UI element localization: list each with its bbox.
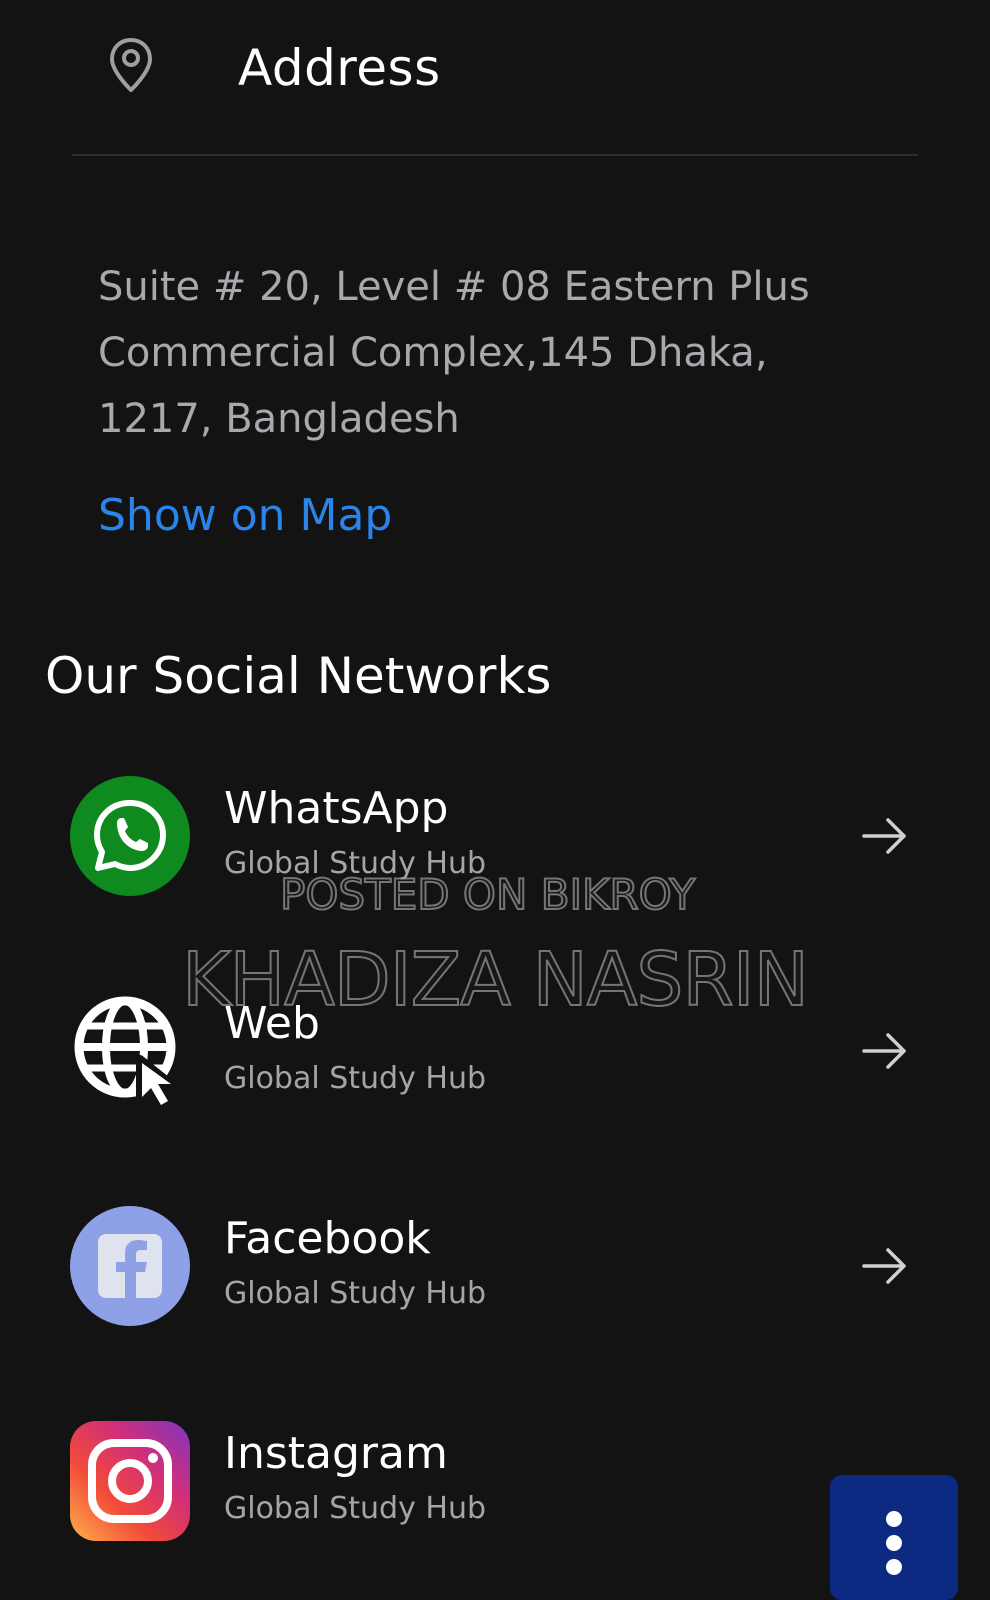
social-item-whatsapp[interactable]: WhatsApp Global Study Hub xyxy=(0,760,990,910)
social-networks-title: Our Social Networks xyxy=(45,647,552,705)
social-item-subtitle: Global Study Hub xyxy=(224,1491,487,1526)
arrow-right-icon xyxy=(862,1248,906,1284)
social-item-name: Instagram xyxy=(224,1428,448,1479)
more-options-button[interactable] xyxy=(830,1475,958,1600)
arrow-right-icon xyxy=(862,1033,906,1069)
map-pin-icon xyxy=(110,38,152,92)
social-item-web[interactable]: Web Global Study Hub xyxy=(0,975,990,1125)
social-item-name: WhatsApp xyxy=(224,783,449,834)
globe-cursor-icon xyxy=(74,996,179,1111)
social-item-name: Web xyxy=(224,998,320,1049)
social-item-name: Facebook xyxy=(224,1213,431,1264)
show-on-map-link[interactable]: Show on Map xyxy=(98,486,392,546)
address-title: Address xyxy=(238,39,441,97)
address-header: Address xyxy=(0,0,990,156)
divider xyxy=(72,154,918,156)
facebook-icon xyxy=(70,1206,190,1326)
social-item-subtitle: Global Study Hub xyxy=(224,1061,487,1096)
social-item-subtitle: Global Study Hub xyxy=(224,1276,487,1311)
social-item-facebook[interactable]: Facebook Global Study Hub xyxy=(0,1190,990,1340)
arrow-right-icon xyxy=(862,818,906,854)
whatsapp-icon xyxy=(70,776,190,896)
social-item-subtitle: Global Study Hub xyxy=(224,846,487,881)
address-text: Suite # 20, Level # 08 Eastern Plus Comm… xyxy=(98,264,810,442)
instagram-icon xyxy=(70,1421,190,1541)
